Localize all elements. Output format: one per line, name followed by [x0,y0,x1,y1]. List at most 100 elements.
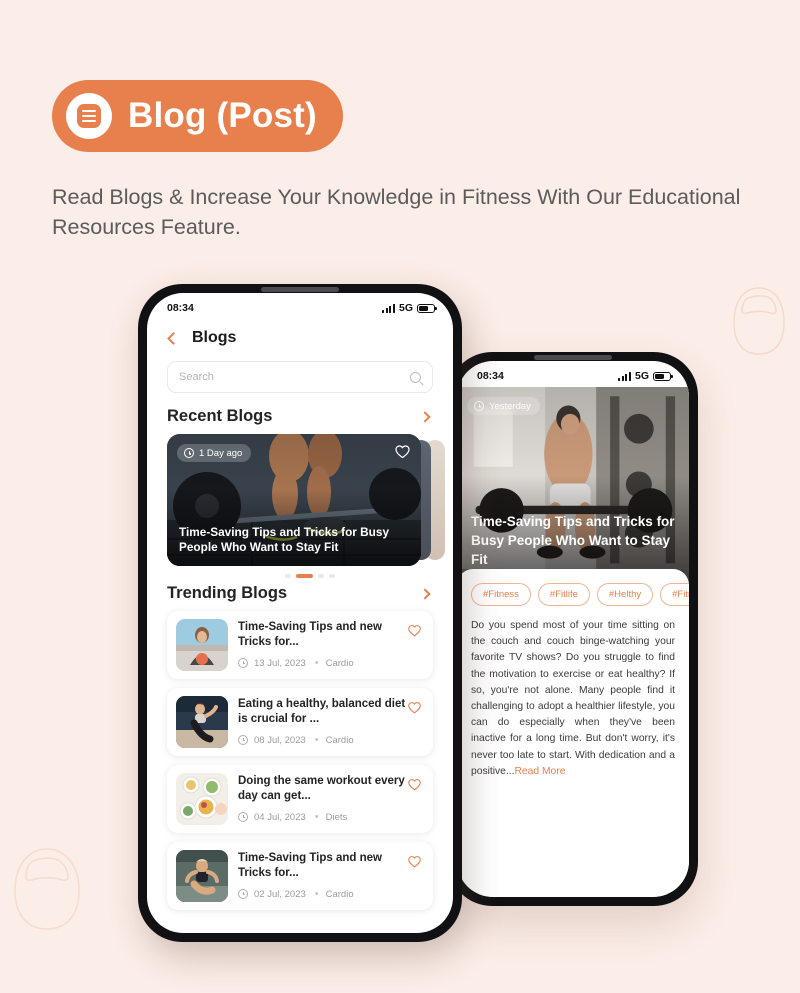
list-item[interactable]: Time-Saving Tips and new Tricks for... 0… [167,842,433,910]
list-item-body: Doing the same workout every day can get… [238,773,424,823]
list-item-category: Cardio [325,734,354,746]
featured-blog-card[interactable]: 1 Day ago Time-Saving Tips and Tricks fo… [167,434,421,566]
pagination-dot[interactable] [329,574,335,578]
battery-icon [653,371,673,381]
badge-icon-wrap [66,93,112,139]
woman-stretching-beach-photo [176,696,228,748]
tag-chip[interactable]: #Fitlife [537,583,590,606]
blog-detail-screen: 08:34 5G Yesterday Time-Saving Tips and … [457,361,689,897]
clock-icon [474,401,484,411]
phone-speaker [261,287,339,292]
list-item-meta: 08 Jul, 2023 • Cardio [238,734,424,746]
woman-gym-pose-photo [176,850,228,902]
page-title-badge: Blog (Post) [52,80,343,152]
detail-hero-image: Yesterday Time-Saving Tips and Tricks fo… [457,387,689,583]
list-item-thumbnail [176,696,228,748]
detail-post-title: Time-Saving Tips and Tricks for Busy Peo… [471,514,675,567]
list-item[interactable]: Time-Saving Tips and new Tricks for... 1… [167,611,433,679]
body-paragraph: Do you spend most of your time sitting o… [471,620,675,777]
list-item[interactable]: Doing the same workout every day can get… [167,765,433,833]
detail-body-text: Do you spend most of your time sitting o… [457,606,689,780]
list-item-thumbnail [176,619,228,671]
read-more-link[interactable]: Read More [515,766,566,777]
page-title: Blog (Post) [128,96,317,135]
list-item-title: Eating a healthy, balanced diet is cruci… [238,698,406,725]
trending-blogs-title: Trending Blogs [167,584,288,602]
recent-blogs-title: Recent Blogs [167,407,273,425]
heart-icon[interactable] [407,623,422,638]
trending-blogs-list: Time-Saving Tips and new Tricks for... 1… [147,611,453,910]
recent-blogs-header: Recent Blogs [147,393,453,434]
list-item-category: Cardio [325,888,354,900]
phone-speaker [534,355,612,360]
tag-chip[interactable]: #Fitness [471,583,531,606]
clock-icon [238,658,248,668]
kettlebell-outline-icon [14,848,80,930]
meta-separator: • [314,811,319,823]
status-time: 08:34 [477,370,504,382]
phone-mockup-list: 08:34 5G Blogs Search Recent Blogs 1 Day… [138,284,462,942]
pagination-dot[interactable] [285,574,291,578]
list-item-date: 04 Jul, 2023 [254,811,306,823]
network-label: 5G [634,370,649,382]
list-item-title: Doing the same workout every day can get… [238,775,405,802]
detail-time-badge: Yesterday [467,397,540,415]
nav-bar: Blogs [147,319,453,353]
featured-time-badge: 1 Day ago [177,444,252,462]
chevron-right-icon[interactable] [419,410,431,423]
signal-bars-icon [382,303,395,313]
list-item-date: 08 Jul, 2023 [254,734,306,746]
list-item-thumbnail [176,773,228,825]
clock-icon [184,448,194,458]
heart-icon[interactable] [407,854,422,869]
blogs-list-screen: 08:34 5G Blogs Search Recent Blogs 1 Day… [147,293,453,933]
detail-time-label: Yesterday [489,400,531,412]
list-item-date: 02 Jul, 2023 [254,888,306,900]
phone-mockup-detail: 08:34 5G Yesterday Time-Saving Tips and … [448,352,698,906]
healthy-food-plates-photo [176,773,228,825]
meta-separator: • [314,657,319,669]
detail-content-sheet: #Fitness #Fitlife #Helthy #Fitnessfor li… [457,569,689,897]
list-item-category: Diets [325,811,348,823]
page-root: { "page": { "background_color": "#FBEDE7… [0,0,800,993]
tag-chip[interactable]: #Helthy [596,583,654,606]
clock-icon [238,812,248,822]
heart-icon[interactable] [394,443,411,460]
document-lines-icon [77,104,101,128]
woman-outdoor-workout-photo [176,619,228,671]
list-item-body: Eating a healthy, balanced diet is cruci… [238,696,424,746]
status-bar: 08:34 5G [147,293,453,319]
list-item-body: Time-Saving Tips and new Tricks for... 1… [238,619,424,669]
list-item-date: 13 Jul, 2023 [254,657,306,669]
list-item-title: Time-Saving Tips and new Tricks for... [238,621,382,648]
recent-blogs-carousel[interactable]: 1 Day ago Time-Saving Tips and Tricks fo… [147,434,453,578]
search-section: Search [147,353,453,393]
screen-title: Blogs [192,329,237,346]
list-item-thumbnail [176,850,228,902]
page-subtitle: Read Blogs & Increase Your Knowledge in … [52,185,741,239]
list-item-meta: 04 Jul, 2023 • Diets [238,811,424,823]
list-item-title: Time-Saving Tips and new Tricks for... [238,852,382,879]
battery-icon [417,303,437,313]
meta-separator: • [314,888,319,900]
chevron-right-icon[interactable] [419,587,431,600]
featured-blog-title: Time-Saving Tips and Tricks for Busy Peo… [179,525,390,554]
heart-icon[interactable] [407,700,422,715]
list-item[interactable]: Eating a healthy, balanced diet is cruci… [167,688,433,756]
pagination-dot-active[interactable] [296,574,313,578]
signal-bars-icon [618,371,631,381]
heart-icon[interactable] [407,777,422,792]
kettlebell-outline-icon [733,287,785,355]
search-icon[interactable] [410,371,421,383]
pagination-dot[interactable] [318,574,324,578]
list-item-category: Cardio [325,657,354,669]
network-label: 5G [398,302,413,314]
search-placeholder: Search [179,371,214,383]
featured-time-label: 1 Day ago [199,447,243,459]
tag-chip[interactable]: #Fitnessfor life [660,583,689,606]
clock-icon [238,889,248,899]
search-input[interactable]: Search [167,361,433,393]
chevron-left-icon[interactable] [167,331,180,345]
list-item-meta: 02 Jul, 2023 • Cardio [238,888,424,900]
list-item-body: Time-Saving Tips and new Tricks for... 0… [238,850,424,900]
